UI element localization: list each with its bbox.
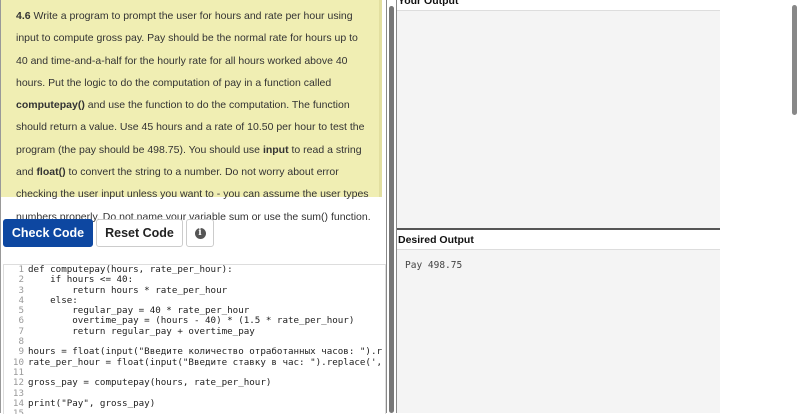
line-number: 1 bbox=[18, 264, 24, 275]
info-button[interactable]: i bbox=[186, 219, 214, 247]
line-number: 8 bbox=[18, 336, 24, 348]
line-number: 15 bbox=[12, 408, 24, 414]
line-number: 5 bbox=[18, 305, 24, 317]
panel-divider[interactable] bbox=[397, 228, 720, 230]
your-output-box bbox=[397, 10, 720, 229]
line-number: 7 bbox=[18, 325, 24, 337]
left-panel: 4.6 Write a program to prompt the user f… bbox=[0, 0, 386, 414]
bold-text: float() bbox=[36, 166, 66, 179]
problem-description: 4.6 Write a program to prompt the user f… bbox=[1, 0, 382, 223]
line-number: 6 bbox=[18, 315, 24, 327]
bold-text: computepay() bbox=[16, 99, 85, 112]
code-editor[interactable]: 1 def computepay(hours, rate_per_hour): 2 … bbox=[3, 264, 386, 414]
code-line[interactable]: 10 rate_per_hour = float(input("Введите с… bbox=[4, 356, 385, 368]
bold-text: 4.6 bbox=[16, 10, 31, 22]
line-number: 3 bbox=[18, 284, 24, 296]
desired-output-title: Desired Output bbox=[398, 234, 474, 246]
left-scrollbar[interactable] bbox=[386, 0, 397, 413]
code-text: print("Pay", gross_pay) bbox=[28, 397, 156, 409]
line-number: 2 bbox=[18, 274, 24, 286]
line-number: 4 bbox=[18, 294, 24, 306]
code-line[interactable]: 7 return regular_pay + overtime_pay bbox=[4, 325, 385, 337]
code-line[interactable]: 12 gross_pay = computepay(hours, rate_per… bbox=[4, 377, 385, 389]
code-text: rate_per_hour = float(input("Введите ста… bbox=[28, 356, 383, 368]
desired-output-box: Pay 498.75 bbox=[397, 249, 720, 413]
text: Write a program to prompt the user for h… bbox=[16, 10, 358, 89]
scrollbar-thumb[interactable] bbox=[792, 5, 797, 115]
your-output-title: Your Output bbox=[398, 0, 459, 7]
bold-text: input bbox=[262, 143, 289, 156]
text: to convert the string to a number. Do no… bbox=[16, 166, 371, 223]
code-text: return regular_pay + overtime_pay bbox=[28, 325, 255, 337]
check-code-button[interactable]: Check Code bbox=[3, 219, 93, 247]
info-icon: i bbox=[194, 227, 206, 239]
code-text: gross_pay = computepay(hours, rate_per_h… bbox=[28, 377, 272, 389]
code-line[interactable]: 15 bbox=[4, 408, 385, 414]
scrollbar-thumb[interactable] bbox=[389, 6, 394, 413]
output-panel: Your Output Desired Output Pay 498.75 bbox=[397, 0, 720, 413]
toolbar: Check Code Reset Code i bbox=[3, 219, 214, 247]
reset-code-button[interactable]: Reset Code bbox=[96, 219, 183, 247]
problem-text: 4.6 Write a program to prompt the user f… bbox=[16, 5, 371, 228]
code-line[interactable]: 14 print("Pay", gross_pay) bbox=[4, 397, 385, 409]
page-scrollbar[interactable] bbox=[790, 0, 798, 115]
